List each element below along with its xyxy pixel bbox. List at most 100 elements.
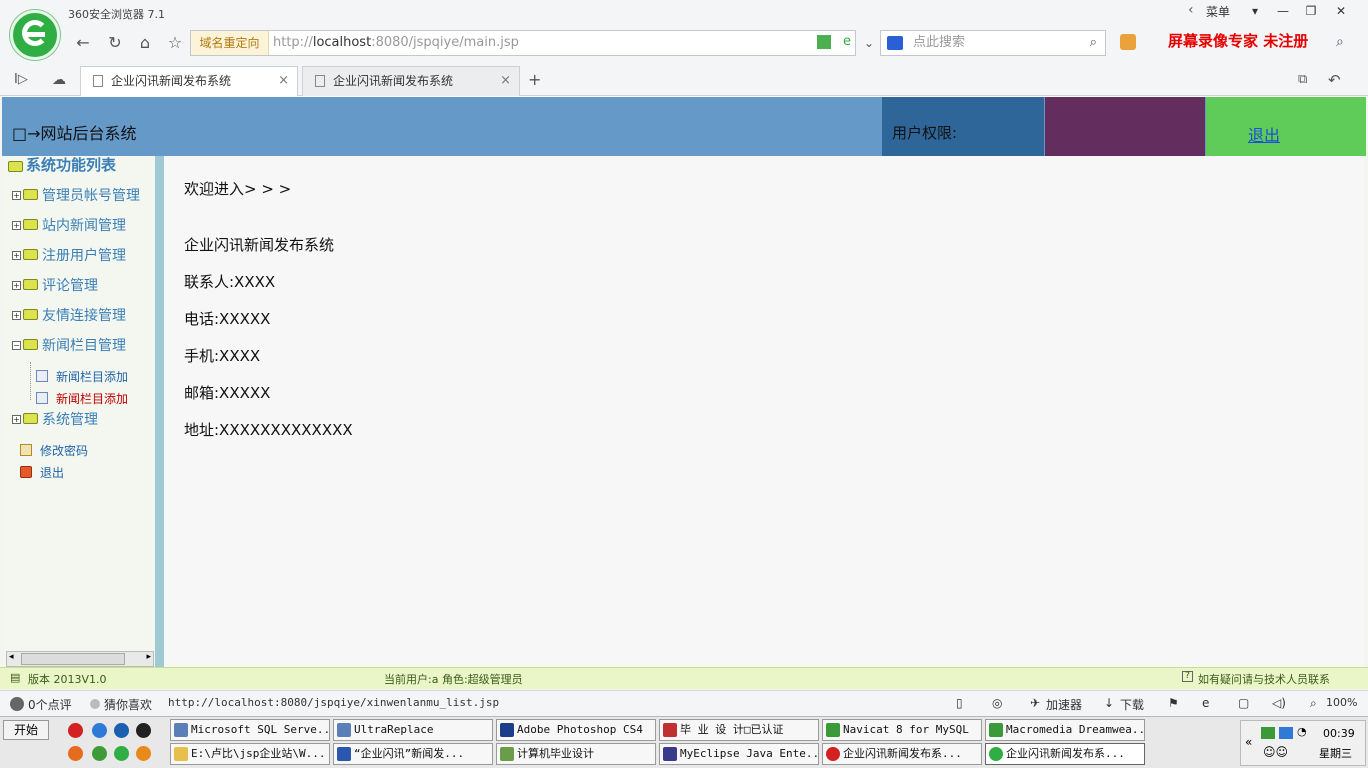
tray-expand-icon[interactable]: « <box>1245 735 1252 749</box>
taskbar-item-navicat[interactable]: Navicat 8 for MySQL <box>822 719 982 741</box>
window-icon[interactable]: ▢ <box>1238 696 1249 710</box>
document-icon <box>93 75 103 87</box>
rights-label: 用户权限: <box>892 124 958 142</box>
guess-label[interactable]: 猜你喜欢 <box>104 696 152 713</box>
tray-app-icon[interactable] <box>1279 727 1293 739</box>
sidebar-toggle-icon[interactable]: I▷ <box>14 72 28 87</box>
address-bar[interactable]: 域名重定向 http://localhost:8080/jspqiye/main… <box>190 30 856 56</box>
download-icon[interactable]: ↓ <box>1104 696 1114 710</box>
address-url[interactable]: http://localhost:8080/jspqiye/main.jsp <box>273 31 519 55</box>
taskbar-item-myeclipse[interactable]: MyEclipse Java Ente... <box>659 743 819 765</box>
taskbar-item-opera-news[interactable]: 企业闪讯新闻发布系... <box>822 743 982 765</box>
guess-icon[interactable] <box>90 699 100 709</box>
accelerator-label[interactable]: 加速器 <box>1046 696 1082 713</box>
volume-icon[interactable]: ◁) <box>1272 696 1286 710</box>
cloud-icon[interactable]: ☁ <box>52 72 66 88</box>
tab-active[interactable]: 企业闪讯新闻发布系统 × <box>80 66 298 96</box>
qq-icon[interactable] <box>136 723 151 738</box>
taskbar-item-explorer[interactable]: E:\卢比\jsp企业站\W... <box>170 743 330 765</box>
home-icon[interactable]: ⌂ <box>134 33 156 53</box>
phone-text: 电话:XXXXX <box>184 310 271 328</box>
ie-mode-icon[interactable]: e <box>843 34 851 49</box>
search-box[interactable]: 点此搜索 ⌕ <box>880 30 1106 56</box>
taskbar-item-word[interactable]: “企业闪讯”新闻发... <box>333 743 493 765</box>
skin-icon[interactable]: ▾ <box>1242 2 1268 20</box>
close-tab-icon[interactable]: × <box>500 67 511 95</box>
search-input[interactable]: 点此搜索 <box>913 31 965 55</box>
firefox-icon[interactable] <box>68 746 83 761</box>
exit-icon <box>20 466 32 478</box>
redirect-label[interactable]: 域名重定向 <box>191 31 269 55</box>
taskbar-item-360-news[interactable]: 企业闪讯新闻发布系... <box>985 743 1145 765</box>
help-text: 如有疑问请与技术人员联系 <box>1198 673 1330 686</box>
comment-icon[interactable] <box>10 697 24 711</box>
tab-inactive[interactable]: 企业闪讯新闻发布系统 × <box>302 66 520 96</box>
taskbar-item-sqlserver[interactable]: Microsoft SQL Serve... <box>170 719 330 741</box>
scroll-left-icon[interactable]: ◂ <box>9 652 14 662</box>
rocket-icon[interactable]: ✈ <box>1030 696 1040 710</box>
zoom-level[interactable]: 100% <box>1326 696 1357 709</box>
chevron-down-icon[interactable]: ⌄ <box>858 33 880 53</box>
favorite-star-icon[interactable]: ☆ <box>164 33 186 53</box>
back-icon[interactable]: ← <box>72 33 94 53</box>
close-window-button[interactable]: ✕ <box>1328 2 1354 20</box>
browser-logo-icon <box>10 10 60 60</box>
hover-url: http://localhost:8080/jspqiye/xinwenlanm… <box>168 696 500 709</box>
header-green-block <box>1206 97 1366 156</box>
mobile-text: 手机:XXXX <box>184 347 261 365</box>
frame-splitter[interactable] <box>155 156 164 667</box>
qr-code-icon[interactable] <box>817 35 831 49</box>
flag-icon[interactable]: ⚑ <box>1168 696 1179 710</box>
sogou-icon[interactable] <box>114 723 129 738</box>
folder-open-icon <box>8 161 23 172</box>
chrome-icon[interactable] <box>92 746 107 761</box>
admin-footer: ▤ 版本 2013V1.0 当前用户:a 角色:超级管理员 ? 如有疑问请与技术… <box>0 667 1368 689</box>
menu-button[interactable]: 菜单 <box>1206 3 1230 20</box>
recorder-watermark: 屏幕录像专家 未注册 <box>1168 32 1309 50</box>
undo-close-icon[interactable]: ↶ <box>1328 71 1341 89</box>
ie-icon[interactable]: e <box>1202 696 1209 710</box>
opera-icon[interactable] <box>68 723 83 738</box>
apps-icon[interactable] <box>1120 34 1136 50</box>
start-button[interactable]: 开始 <box>3 720 49 740</box>
magnifier-icon[interactable]: ⌕ <box>1336 34 1344 50</box>
download-label[interactable]: 下载 <box>1120 696 1144 713</box>
list-icon: ▤ <box>10 671 21 684</box>
clock-weekday[interactable]: 星期三 <box>1319 745 1352 761</box>
taskbar-item-graduation[interactable]: 毕 业 设 计□已认证 <box>659 719 819 741</box>
address-text: 地址:XXXXXXXXXXXXX <box>184 421 353 439</box>
logout-link[interactable]: 退出 <box>1248 122 1280 146</box>
welcome-text: 欢迎进入> > > <box>184 180 292 198</box>
new-tab-icon[interactable]: + <box>528 70 541 89</box>
tab-bar: I▷ ☁ 企业闪讯新闻发布系统 × 企业闪讯新闻发布系统 × + ⧉ ↶ <box>0 66 1368 96</box>
360-icon[interactable] <box>114 746 129 761</box>
maximize-button[interactable]: ❐ <box>1298 2 1324 20</box>
tab-list-icon[interactable]: ⧉ <box>1298 72 1307 87</box>
refresh-icon[interactable]: ↻ <box>104 33 126 53</box>
clock-time[interactable]: 00:39 <box>1323 727 1355 740</box>
scroll-right-icon[interactable]: ▸ <box>146 652 151 662</box>
likes-label[interactable]: 0个点评 <box>28 696 72 713</box>
ie-quick-icon[interactable] <box>92 723 107 738</box>
chevron-left-icon[interactable]: ‹ <box>1188 2 1194 18</box>
search-icon[interactable]: ⌕ <box>1090 35 1097 50</box>
qq-tray-icon[interactable]: ☺☺ <box>1263 745 1288 759</box>
speed-icon[interactable]: ◎ <box>992 696 1002 710</box>
network-icon[interactable] <box>1261 727 1275 739</box>
minimize-button[interactable]: — <box>1270 2 1296 20</box>
signal-icon[interactable]: ◔ <box>1297 725 1307 738</box>
taskbar-item-dreamweaver[interactable]: Macromedia Dreamwea... <box>985 719 1145 741</box>
help-icon: ? <box>1182 671 1193 682</box>
sidebar-scrollbar[interactable]: ◂ ▸ <box>6 651 154 667</box>
taskbar-item-folder[interactable]: 计算机毕业设计 <box>496 743 656 765</box>
main-frame <box>164 156 1364 667</box>
taskbar-item-ultrareplace[interactable]: UltraReplace <box>333 719 493 741</box>
close-tab-icon[interactable]: × <box>278 67 289 95</box>
scroll-thumb[interactable] <box>21 653 125 665</box>
browser-statusbar: 0个点评 猜你喜欢 http://localhost:8080/jspqiye/… <box>0 690 1368 716</box>
uc-icon[interactable] <box>136 746 151 761</box>
taskbar-item-photoshop[interactable]: Adobe Photoshop CS4 <box>496 719 656 741</box>
zoom-icon[interactable]: ⌕ <box>1310 696 1317 711</box>
mobile-icon[interactable]: ▯ <box>956 696 963 710</box>
search-engine-icon[interactable] <box>887 36 903 50</box>
